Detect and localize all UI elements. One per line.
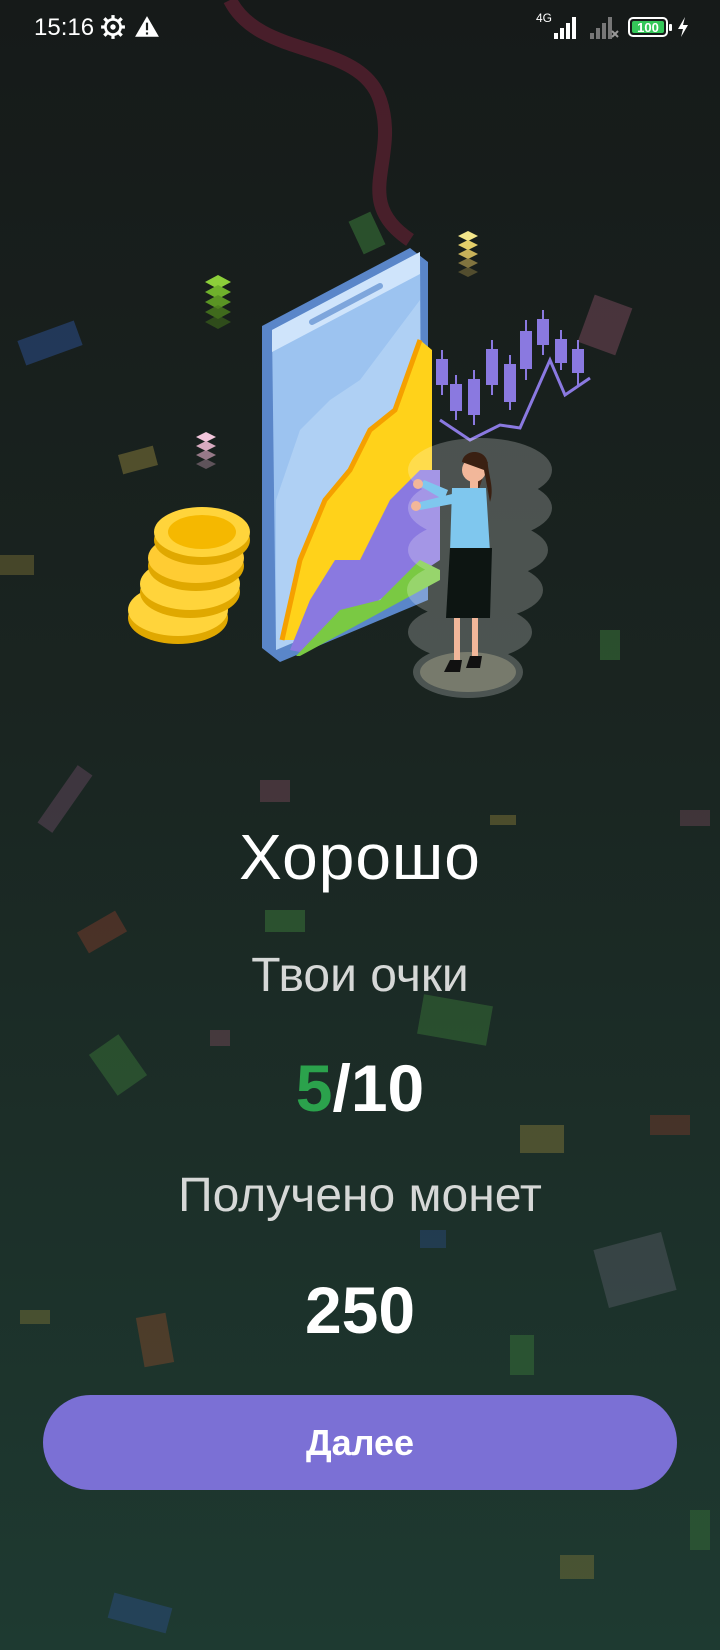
score-separator: /: [332, 1051, 351, 1125]
next-button[interactable]: Далее: [43, 1395, 677, 1490]
score-value: 5/10: [0, 1050, 720, 1126]
next-button-label: Далее: [305, 1421, 415, 1463]
result-title: Хорошо: [239, 821, 481, 893]
pink-layers-icon: [196, 432, 216, 469]
coin-stack: [128, 507, 250, 644]
green-layers-icon: [205, 275, 231, 329]
candlestick-chart: [436, 310, 584, 425]
yellow-layers-icon: [458, 231, 478, 277]
score-total: 10: [350, 1051, 425, 1125]
score-correct: 5: [295, 1051, 333, 1125]
coins-label: Получено монет: [178, 1169, 542, 1222]
score-label: Твои очки: [251, 949, 469, 1002]
finance-illustration: [128, 231, 591, 698]
coins-value: 250: [304, 1273, 416, 1347]
